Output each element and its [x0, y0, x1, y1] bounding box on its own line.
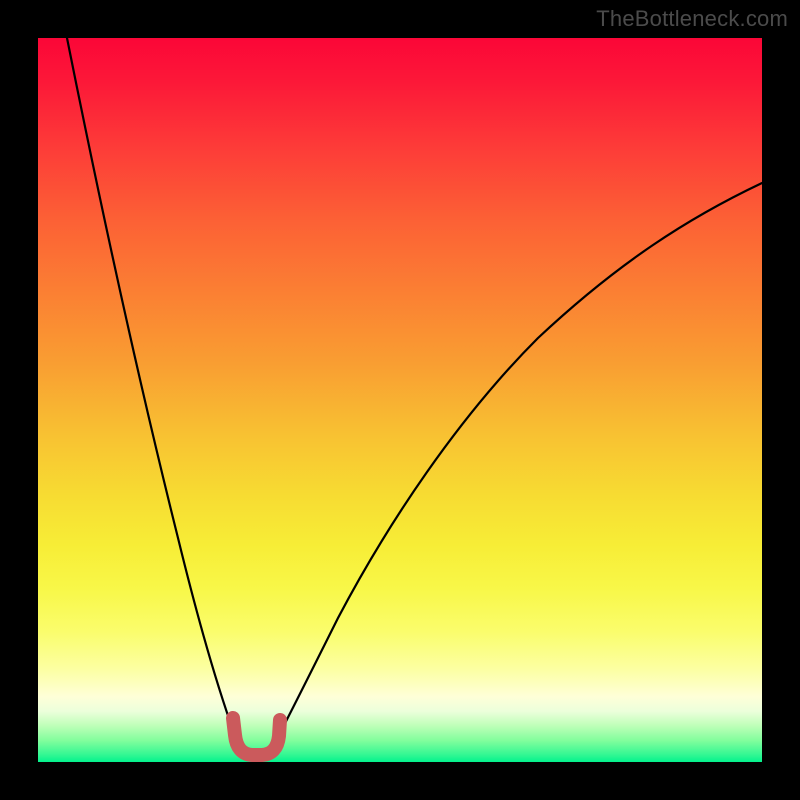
curve-layer — [38, 38, 762, 762]
curve-right-branch — [269, 183, 762, 754]
plot-area — [38, 38, 762, 762]
minimum-marker — [233, 718, 280, 755]
curve-left-branch — [67, 38, 244, 754]
chart-frame: TheBottleneck.com — [0, 0, 800, 800]
watermark-text: TheBottleneck.com — [596, 6, 788, 32]
